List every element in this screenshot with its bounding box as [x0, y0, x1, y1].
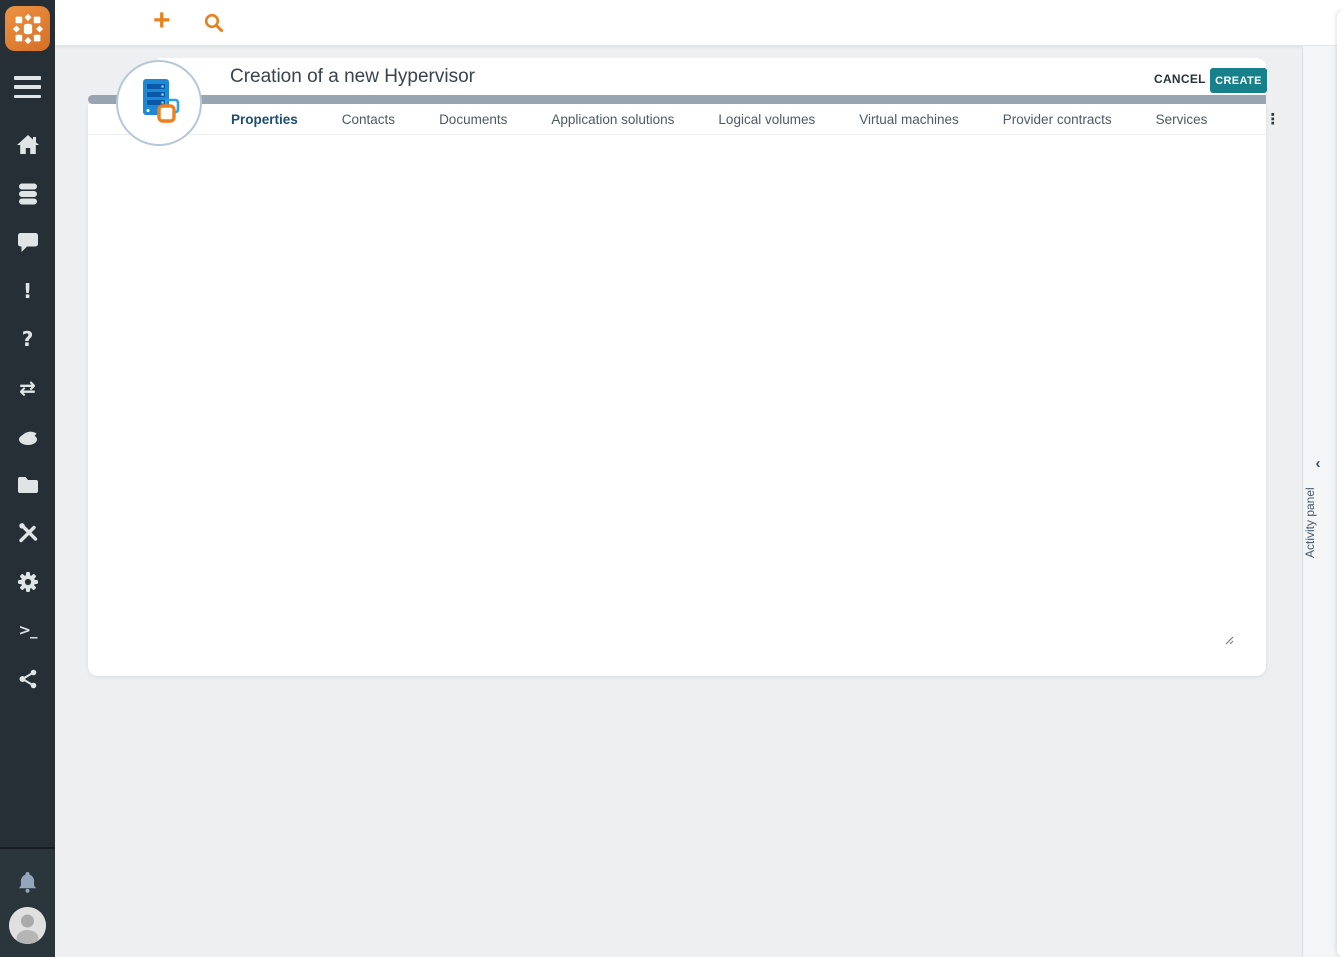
home-icon[interactable]: [15, 133, 41, 157]
tools-icon[interactable]: [16, 521, 40, 545]
chat-icon[interactable]: [16, 230, 40, 254]
header-separator-bar: [88, 95, 1266, 104]
app-logo-icon[interactable]: [5, 6, 50, 51]
activity-panel-edge[interactable]: [1337, 10, 1344, 957]
topbar: +: [55, 0, 1344, 46]
tab-properties[interactable]: Properties: [231, 112, 298, 127]
page-title: Creation of a new Hypervisor: [230, 66, 475, 88]
textarea-resize-handle[interactable]: [1224, 632, 1234, 650]
tab-contacts[interactable]: Contacts: [342, 112, 395, 127]
activity-panel-label[interactable]: Activity panel: [1303, 478, 1325, 568]
terminal-icon[interactable]: >_: [18, 618, 36, 642]
folder-icon[interactable]: [16, 473, 40, 497]
sidebar-nav: ! ? ⇄ >_: [0, 133, 55, 691]
create-new-icon[interactable]: +: [153, 4, 171, 38]
sidebar: ! ? ⇄ >_: [0, 0, 55, 957]
question-icon[interactable]: ?: [22, 327, 34, 351]
hand-icon[interactable]: [15, 424, 41, 448]
more-tabs-icon[interactable]: ⋮: [1265, 110, 1280, 128]
tab-documents[interactable]: Documents: [439, 112, 507, 127]
tab-bar: Properties Contacts Documents Applicatio…: [88, 104, 1266, 135]
tab-provider-contracts[interactable]: Provider contracts: [1003, 112, 1112, 127]
tab-services[interactable]: Services: [1156, 112, 1208, 127]
expand-activity-panel-icon[interactable]: ‹: [1306, 455, 1330, 472]
gear-icon[interactable]: [16, 570, 40, 594]
sidebar-bottom: [0, 847, 55, 957]
share-icon[interactable]: [17, 667, 39, 691]
tab-virtual-machines[interactable]: Virtual machines: [859, 112, 959, 127]
object-header: Creation of a new Hypervisor CANCEL CREA…: [158, 58, 1266, 95]
search-icon[interactable]: [203, 12, 225, 39]
database-icon[interactable]: [16, 182, 40, 206]
page: ! ? ⇄ >_: [0, 0, 1344, 957]
cancel-button[interactable]: CANCEL: [1154, 72, 1206, 86]
object-form-card: [88, 104, 1266, 676]
tab-application-solutions[interactable]: Application solutions: [551, 112, 674, 127]
itop-logo-glyph: [9, 10, 47, 48]
exclamation-icon[interactable]: !: [23, 279, 32, 303]
tab-logical-volumes[interactable]: Logical volumes: [718, 112, 815, 127]
user-avatar[interactable]: [9, 907, 46, 944]
menu-toggle-icon[interactable]: [14, 76, 41, 98]
hypervisor-class-icon: [116, 60, 202, 146]
create-button[interactable]: CREATE: [1210, 68, 1267, 93]
transfer-arrows-icon[interactable]: ⇄: [19, 376, 36, 400]
notifications-bell-icon[interactable]: [14, 869, 41, 901]
